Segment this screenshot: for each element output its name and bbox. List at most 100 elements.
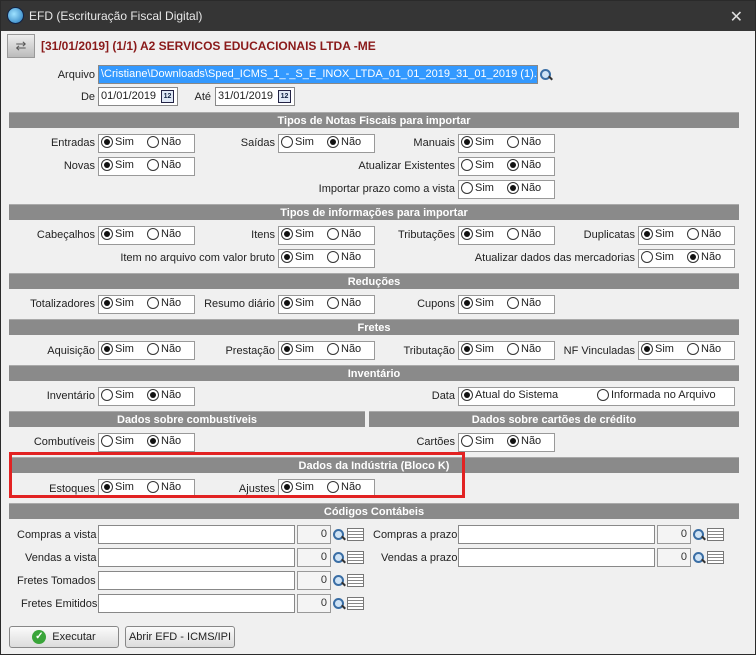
tributacao-nao-option[interactable]: Não: [507, 343, 541, 355]
browse-file-button[interactable]: [539, 65, 557, 84]
cabecalhos-sim-option[interactable]: Sim: [101, 228, 134, 240]
compras-prazo-code[interactable]: 0: [657, 525, 691, 544]
cartoes-nao-option[interactable]: Não: [507, 435, 541, 447]
cabecalhos-nao-option[interactable]: Não: [147, 228, 181, 240]
itens-sim-option[interactable]: Sim: [281, 228, 314, 240]
atualizar-mercadorias-sim-option[interactable]: Sim: [641, 251, 674, 263]
search-icon: [539, 68, 553, 82]
compras-vista-lookup-button[interactable]: [332, 525, 368, 544]
manuais-nao-option[interactable]: Não: [507, 136, 541, 148]
cabecalhos-label: Cabeçalhos: [36, 229, 95, 241]
prestacao-nao-option[interactable]: Não: [327, 343, 361, 355]
vendas-vista-lookup-button[interactable]: [332, 548, 368, 567]
radio-empty-icon: [101, 435, 113, 447]
fretes-emitidos-code[interactable]: 0: [297, 594, 331, 613]
atualizar-mercadorias-radio-group: Sim Não: [638, 249, 735, 268]
manuais-label: Manuais: [413, 137, 455, 149]
prestacao-sim-option[interactable]: Sim: [281, 343, 314, 355]
entradas-nao-option[interactable]: Não: [147, 136, 181, 148]
novas-nao-option[interactable]: Não: [147, 159, 181, 171]
option-label: Não: [701, 343, 722, 355]
nf-vinculadas-sim-option[interactable]: Sim: [641, 343, 674, 355]
totalizadores-sim-option[interactable]: Sim: [101, 297, 134, 309]
ate-label: Até: [194, 91, 211, 103]
item-valor-bruto-sim-option[interactable]: Sim: [281, 251, 314, 263]
novas-label: Novas: [63, 160, 95, 172]
vendas-vista-input[interactable]: [98, 548, 295, 567]
calendar-icon[interactable]: 12: [278, 90, 291, 103]
importar-prazo-sim-option[interactable]: Sim: [461, 182, 494, 194]
combutiveis-label: Combutíveis: [33, 436, 95, 448]
compras-vista-input[interactable]: [98, 525, 295, 544]
aquisicao-sim-option[interactable]: Sim: [101, 343, 134, 355]
inventario-label: Inventário: [46, 390, 95, 402]
cartoes-sim-option[interactable]: Sim: [461, 435, 494, 447]
saidas-sim-option[interactable]: Sim: [281, 136, 314, 148]
inventario-radio-group: Sim Não: [98, 387, 195, 406]
tributacao-sim-option[interactable]: Sim: [461, 343, 494, 355]
entradas-sim-option[interactable]: Sim: [101, 136, 134, 148]
tributacoes-sim-option[interactable]: Sim: [461, 228, 494, 240]
totalizadores-nao-option[interactable]: Não: [147, 297, 181, 309]
informada-arquivo-option[interactable]: Informada no Arquivo: [597, 389, 716, 401]
radio-selected-icon: [461, 297, 473, 309]
section-combustiveis: Dados sobre combustíveis: [9, 411, 365, 427]
combutiveis-nao-option[interactable]: Não: [147, 435, 181, 447]
vendas-prazo-lookup-button[interactable]: [692, 548, 728, 567]
saidas-nao-option[interactable]: Não: [327, 136, 361, 148]
fretes-tomados-code[interactable]: 0: [297, 571, 331, 590]
arquivo-path-input[interactable]: \Cristiane\Downloads\Sped_ICMS_1_-_S_E_I…: [98, 65, 538, 84]
vendas-vista-code[interactable]: 0: [297, 548, 331, 567]
tributacoes-nao-option[interactable]: Não: [507, 228, 541, 240]
radio-selected-icon: [507, 159, 519, 171]
cupons-sim-option[interactable]: Sim: [461, 297, 494, 309]
vendas-prazo-code[interactable]: 0: [657, 548, 691, 567]
radio-selected-icon: [281, 251, 293, 263]
compras-vista-code[interactable]: 0: [297, 525, 331, 544]
resumo-diario-sim-option[interactable]: Sim: [281, 297, 314, 309]
combutiveis-sim-option[interactable]: Sim: [101, 435, 134, 447]
cupons-nao-option[interactable]: Não: [507, 297, 541, 309]
manuais-sim-option[interactable]: Sim: [461, 136, 494, 148]
radio-selected-icon: [281, 228, 293, 240]
search-icon: [332, 597, 346, 611]
vendas-prazo-input[interactable]: [458, 548, 655, 567]
fretes-tomados-input[interactable]: [98, 571, 295, 590]
itens-nao-option[interactable]: Não: [327, 228, 361, 240]
option-label: Não: [161, 136, 182, 148]
inventario-sim-option[interactable]: Sim: [101, 389, 134, 401]
item-valor-bruto-nao-option[interactable]: Não: [327, 251, 361, 263]
radio-empty-icon: [687, 228, 699, 240]
compras-prazo-lookup-button[interactable]: [692, 525, 728, 544]
aquisicao-nao-option[interactable]: Não: [147, 343, 181, 355]
option-label: Informada no Arquivo: [611, 389, 716, 401]
atualizar-existentes-nao-option[interactable]: Não: [507, 159, 541, 171]
duplicatas-nao-option[interactable]: Não: [687, 228, 721, 240]
atualizar-existentes-sim-option[interactable]: Sim: [461, 159, 494, 171]
section-inventario: Inventário: [9, 365, 739, 381]
close-icon[interactable]: ✕: [730, 7, 743, 27]
duplicatas-sim-option[interactable]: Sim: [641, 228, 674, 240]
radio-selected-icon: [327, 136, 339, 148]
fretes-emitidos-lookup-button[interactable]: [332, 594, 368, 613]
novas-sim-option[interactable]: Sim: [101, 159, 134, 171]
option-label: Sim: [115, 228, 134, 240]
item-valor-bruto-label: Item no arquivo com valor bruto: [120, 252, 275, 264]
resumo-diario-nao-option[interactable]: Não: [327, 297, 361, 309]
fretes-tomados-lookup-button[interactable]: [332, 571, 368, 590]
atual-sistema-option[interactable]: Atual do Sistema: [461, 389, 558, 401]
radio-empty-icon: [327, 251, 339, 263]
importar-prazo-nao-option[interactable]: Não: [507, 182, 541, 194]
nf-vinculadas-nao-option[interactable]: Não: [687, 343, 721, 355]
atualizar-mercadorias-nao-option[interactable]: Não: [687, 251, 721, 263]
compras-vista-label: Compras a vista: [17, 529, 97, 541]
swap-arrows-icon[interactable]: ⇄: [7, 34, 35, 58]
fretes-emitidos-input[interactable]: [98, 594, 295, 613]
data-label: Data: [431, 390, 455, 402]
entradas-label: Entradas: [50, 137, 95, 149]
compras-prazo-input[interactable]: [458, 525, 655, 544]
calendar-icon[interactable]: 12: [161, 90, 174, 103]
abrir-efd-button[interactable]: Abrir EFD - ICMS/IPI: [125, 626, 235, 648]
inventario-nao-option[interactable]: Não: [147, 389, 181, 401]
executar-button[interactable]: ✓ Executar: [9, 626, 119, 648]
